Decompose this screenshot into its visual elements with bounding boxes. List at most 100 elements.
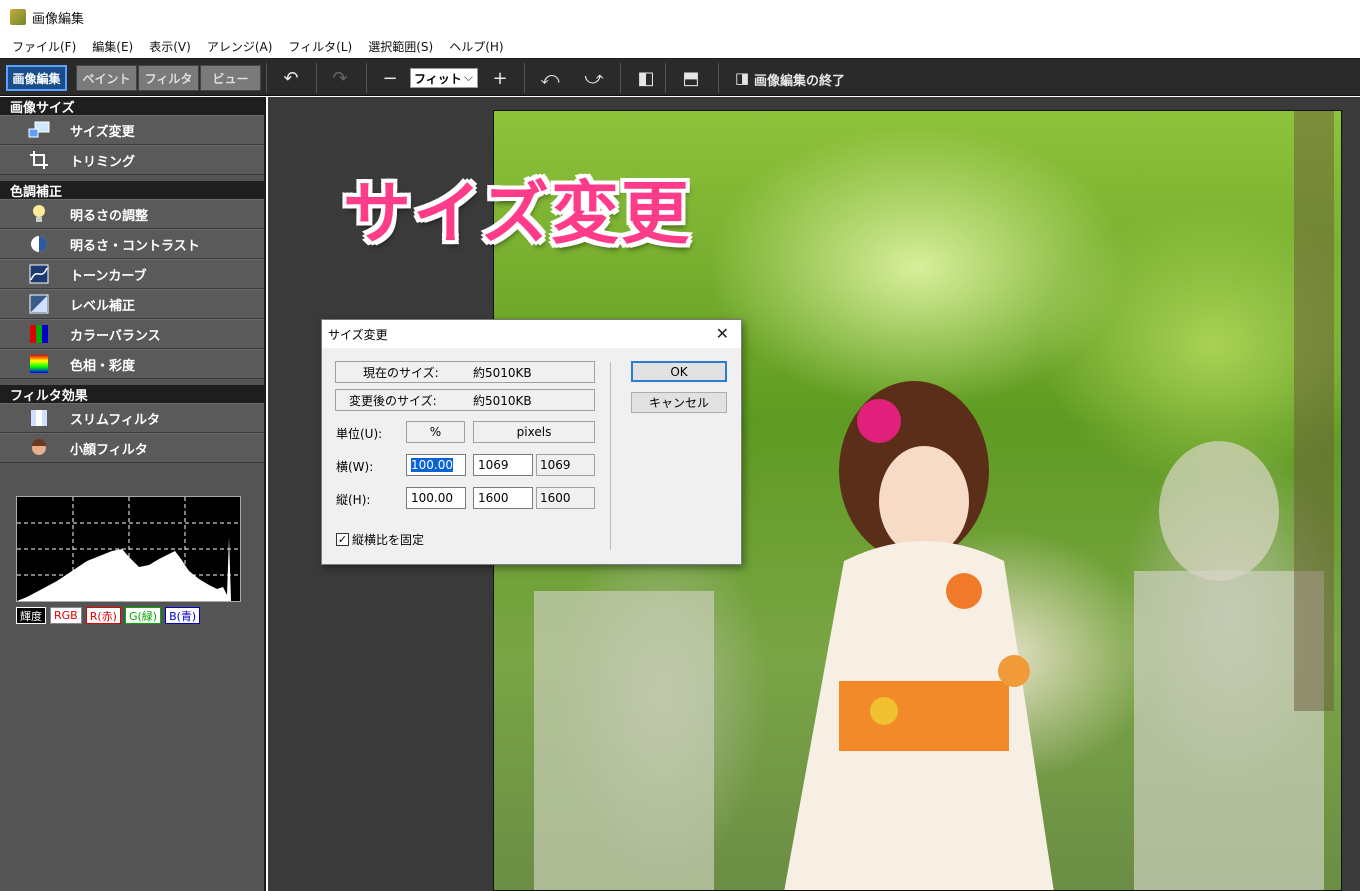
redo-icon[interactable]: ↷ — [326, 65, 354, 91]
tone-curve-icon — [28, 264, 50, 284]
width-percent-input[interactable]: 100.00 — [406, 454, 466, 476]
toolbar-divider — [366, 63, 367, 93]
histogram-graph — [17, 497, 240, 601]
menu-view[interactable]: 表示(V) — [141, 38, 199, 55]
current-size-label: 現在のサイズ: — [363, 365, 439, 380]
toolbar-divider — [524, 63, 525, 93]
width-pixels-input[interactable]: 1069 — [473, 454, 533, 476]
tool-color-balance[interactable]: カラーバランス — [0, 319, 264, 349]
color-balance-icon — [28, 324, 50, 344]
new-size-row: 変更後のサイズ: 約5010KB — [335, 389, 595, 411]
menu-arrange[interactable]: アレンジ(A) — [199, 38, 281, 55]
tool-label: 小顔フィルタ — [70, 442, 148, 458]
tool-label: トリミング — [70, 154, 136, 170]
tool-label: サイズ変更 — [70, 124, 135, 140]
contrast-icon — [28, 234, 50, 254]
height-pixels-input[interactable]: 1600 — [473, 487, 533, 509]
histogram-luminance-button[interactable]: 輝度 — [16, 607, 46, 624]
toolbar-divider — [620, 63, 621, 93]
tool-sidebar: 画像サイズ サイズ変更 トリミング 色調補正 明るさの調整 明るさ・コントラスト… — [0, 97, 266, 891]
new-size-label: 変更後のサイズ: — [349, 393, 437, 408]
tool-label: 色相・彩度 — [70, 358, 136, 374]
tab-image-edit[interactable]: 画像編集 — [6, 65, 67, 91]
tool-slim-filter[interactable]: スリムフィルタ — [0, 403, 264, 433]
section-filter-effects: フィルタ効果 — [0, 385, 264, 404]
tool-small-face-filter[interactable]: 小顔フィルタ — [0, 433, 264, 463]
lightbulb-icon — [28, 204, 50, 224]
chevron-down-icon: ⌵ — [463, 70, 473, 84]
tool-trimming[interactable]: トリミング — [0, 145, 264, 175]
tab-filter[interactable]: フィルタ — [138, 65, 199, 91]
unit-pixels[interactable]: pixels — [473, 421, 595, 443]
dialog-divider — [610, 362, 611, 550]
menu-selection[interactable]: 選択範囲(S) — [360, 38, 441, 55]
toolbar-divider — [665, 63, 666, 93]
ok-button[interactable]: OK — [631, 361, 727, 382]
app-icon — [10, 9, 26, 25]
zoom-out-icon[interactable]: − — [376, 65, 404, 91]
dialog-title-bar: サイズ変更 — [322, 320, 741, 348]
undo-icon[interactable]: ↶ — [277, 65, 305, 91]
histogram-blue-button[interactable]: B(青) — [165, 607, 201, 624]
flip-vertical-icon[interactable]: ⬒ — [677, 65, 705, 91]
width-pixels-readout: 1069 — [536, 454, 595, 476]
section-image-size: 画像サイズ — [0, 97, 264, 116]
window-title: 画像編集 — [32, 11, 85, 27]
rotate-right-icon[interactable]: ⤻ — [580, 65, 608, 91]
rotate-left-icon[interactable]: ⤺ — [536, 65, 564, 91]
tool-resize[interactable]: サイズ変更 — [0, 115, 264, 145]
cancel-button[interactable]: キャンセル — [631, 392, 727, 413]
tool-tone-curve[interactable]: トーンカーブ — [0, 259, 264, 289]
menu-edit[interactable]: 編集(E) — [84, 38, 141, 55]
menu-bar: ファイル(F) 編集(E) 表示(V) アレンジ(A) フィルタ(L) 選択範囲… — [0, 34, 1360, 58]
slim-filter-icon — [28, 408, 50, 428]
tab-paint[interactable]: ペイント — [76, 65, 137, 91]
flip-horizontal-icon[interactable]: ◧ — [632, 65, 660, 91]
toolbar-divider — [316, 63, 317, 93]
keep-aspect-ratio-label: 縦横比を固定 — [352, 533, 425, 547]
hue-saturation-icon — [28, 354, 50, 374]
histogram-green-button[interactable]: G(緑) — [124, 607, 162, 624]
small-face-filter-icon — [28, 438, 50, 458]
tool-label: トーンカーブ — [70, 268, 147, 284]
width-percent-value: 100.00 — [411, 458, 453, 472]
crop-icon — [28, 150, 50, 170]
new-size-value: 約5010KB — [473, 393, 532, 408]
current-size-row: 現在のサイズ: 約5010KB — [335, 361, 595, 383]
tool-label: スリムフィルタ — [70, 412, 160, 428]
title-bar: 画像編集 — [0, 0, 1360, 34]
unit-label: 単位(U): — [336, 427, 383, 441]
current-size-value: 約5010KB — [473, 365, 532, 380]
keep-aspect-ratio-checkbox[interactable]: ✓ 縦横比を固定 — [336, 531, 424, 548]
menu-filter[interactable]: フィルタ(L) — [280, 38, 360, 55]
histogram-rgb-button[interactable]: RGB — [50, 607, 82, 624]
zoom-value: フィット — [414, 71, 462, 86]
tool-label: レベル補正 — [70, 298, 136, 314]
resize-icon — [28, 120, 50, 140]
tool-label: 明るさの調整 — [70, 208, 149, 224]
zoom-select[interactable]: フィット ⌵ — [410, 68, 478, 88]
zoom-in-icon[interactable]: + — [486, 65, 514, 91]
tool-levels[interactable]: レベル補正 — [0, 289, 264, 319]
width-label: 横(W): — [336, 460, 374, 474]
histogram-red-button[interactable]: R(赤) — [85, 607, 121, 624]
tool-hue-saturation[interactable]: 色相・彩度 — [0, 349, 264, 379]
unit-percent[interactable]: % — [406, 421, 465, 443]
tool-brightness[interactable]: 明るさの調整 — [0, 199, 264, 229]
tool-brightness-contrast[interactable]: 明るさ・コントラスト — [0, 229, 264, 259]
height-label: 縦(H): — [336, 493, 371, 507]
tab-view[interactable]: ビュー — [200, 65, 261, 91]
levels-icon — [28, 294, 50, 314]
resize-dialog: サイズ変更 ✕ 現在のサイズ: 約5010KB 変更後のサイズ: 約5010KB… — [321, 319, 742, 565]
menu-help[interactable]: ヘルプ(H) — [441, 38, 511, 55]
tool-label: 明るさ・コントラスト — [70, 238, 200, 254]
menu-file[interactable]: ファイル(F) — [4, 38, 84, 55]
height-percent-input[interactable]: 100.00 — [406, 487, 466, 509]
close-icon[interactable]: ✕ — [716, 324, 729, 343]
section-color-correction: 色調補正 — [0, 181, 264, 200]
toolbar-divider — [266, 63, 267, 93]
height-pixels-readout: 1600 — [536, 487, 595, 509]
tool-label: カラーバランス — [70, 328, 161, 344]
exit-edit-label[interactable]: 画像編集の終了 — [754, 70, 845, 89]
exit-edit-icon[interactable]: ◨ — [728, 65, 756, 91]
